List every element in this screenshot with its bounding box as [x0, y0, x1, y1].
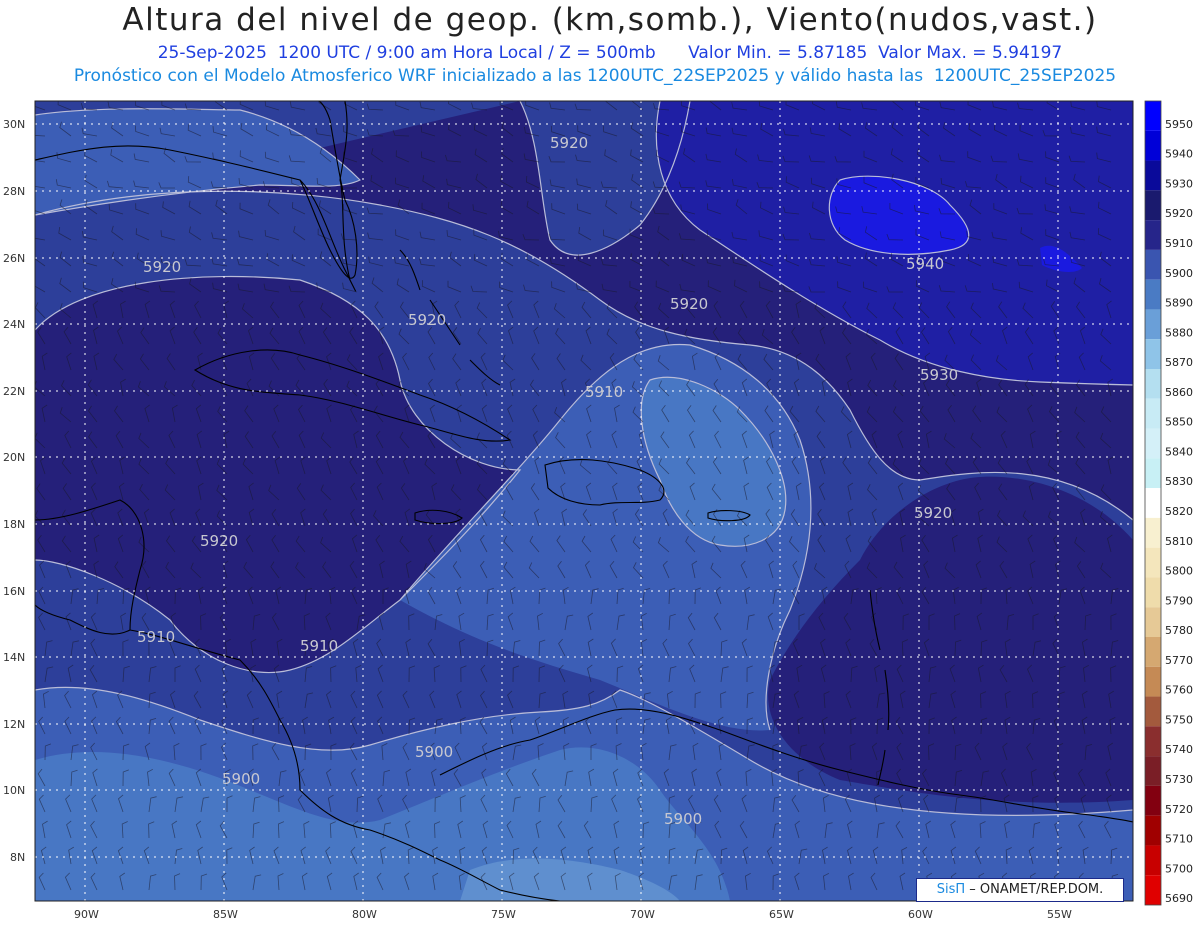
colorbar-swatch	[1145, 577, 1161, 608]
colorbar-swatch	[1145, 517, 1161, 548]
colorbar-label: 5930	[1165, 177, 1193, 190]
colorbar-swatch	[1145, 547, 1161, 578]
colorbar-label: 5860	[1165, 386, 1193, 399]
lat-tick-label: 22N	[3, 385, 25, 398]
colorbar-label: 5820	[1165, 505, 1193, 518]
colorbar-label: 5890	[1165, 297, 1193, 310]
colorbar: 5950 5940 5930 5920 5910 5900 5890 5880 5870 5860…	[1144, 100, 1193, 906]
forecast-map: 5920 5920 5920 5920 5920 5940 5930 5910 …	[3, 100, 1193, 921]
lon-tick-label: 80W	[352, 908, 377, 921]
colorbar-label: 5790	[1165, 594, 1193, 607]
colorbar-swatch	[1145, 666, 1161, 697]
colorbar-swatch	[1145, 369, 1161, 399]
colorbar-swatch	[1145, 309, 1161, 340]
contour-label: 5900	[415, 743, 453, 761]
colorbar-label: 5690	[1165, 892, 1193, 905]
contour-label: 5900	[222, 770, 260, 788]
colorbar-label: 5800	[1165, 565, 1193, 578]
lat-tick-label: 30N	[3, 118, 25, 131]
contour-label: 5920	[670, 295, 708, 313]
lat-tick-label: 20N	[3, 451, 25, 464]
colorbar-swatch	[1145, 815, 1161, 846]
contour-label: 5910	[137, 628, 175, 646]
colorbar-label: 5880	[1165, 326, 1193, 339]
colorbar-label: 5910	[1165, 237, 1193, 250]
lat-tick-label: 10N	[3, 784, 25, 797]
colorbar-swatch	[1145, 220, 1161, 250]
colorbar-swatch	[1145, 249, 1161, 280]
lon-tick-label: 65W	[769, 908, 794, 921]
lon-tick-label: 85W	[213, 908, 238, 921]
colorbar-label: 5770	[1165, 654, 1193, 667]
colorbar-label: 5780	[1165, 624, 1193, 637]
colorbar-swatch	[1145, 845, 1161, 876]
colorbar-label: 5950	[1165, 118, 1193, 131]
colorbar-swatch	[1145, 696, 1161, 727]
colorbar-label: 5870	[1165, 356, 1193, 369]
colorbar-swatch	[1145, 428, 1161, 459]
lat-tick-label: 28N	[3, 185, 25, 198]
colorbar-swatch	[1145, 726, 1161, 757]
colorbar-label: 5700	[1165, 862, 1193, 875]
colorbar-swatch	[1145, 458, 1161, 489]
colorbar-label: 5730	[1165, 773, 1193, 786]
credit-text: – ONAMET/REP.DOM.	[969, 882, 1104, 897]
colorbar-label: 5710	[1165, 833, 1193, 846]
lat-tick-label: 8N	[10, 851, 25, 864]
lat-tick-label: 18N	[3, 518, 25, 531]
lat-tick-label: 12N	[3, 718, 25, 731]
colorbar-swatch	[1145, 101, 1161, 131]
colorbar-label: 5830	[1165, 475, 1193, 488]
contour-label: 5920	[914, 504, 952, 522]
colorbar-swatch	[1145, 339, 1161, 369]
colorbar-label: 5760	[1165, 684, 1193, 697]
colorbar-swatch	[1145, 279, 1161, 310]
lon-tick-label: 55W	[1047, 908, 1072, 921]
contour-label: 5910	[585, 383, 623, 401]
colorbar-label: 5900	[1165, 267, 1193, 280]
contour-label: 5930	[920, 366, 958, 384]
lon-tick-label: 90W	[74, 908, 99, 921]
colorbar-swatch	[1145, 160, 1161, 191]
lat-tick-label: 24N	[3, 318, 25, 331]
colorbar-swatch	[1145, 756, 1161, 786]
contour-label: 5900	[664, 810, 702, 828]
lat-tick-label: 14N	[3, 651, 25, 664]
colorbar-label: 5850	[1165, 416, 1193, 429]
contour-label: 5920	[143, 258, 181, 276]
colorbar-label: 5810	[1165, 535, 1193, 548]
colorbar-swatch	[1145, 875, 1161, 905]
lon-tick-label: 70W	[630, 908, 655, 921]
colorbar-label: 5920	[1165, 207, 1193, 220]
contour-label: 5940	[906, 255, 944, 273]
colorbar-swatch	[1145, 488, 1161, 518]
lat-tick-label: 26N	[3, 252, 25, 265]
lon-tick-label: 60W	[908, 908, 933, 921]
lat-axis: 30N 28N 26N 24N 22N 20N 18N 16N 14N 12N …	[3, 118, 25, 864]
colorbar-swatch	[1145, 190, 1161, 221]
contour-label: 5920	[200, 532, 238, 550]
colorbar-swatch	[1145, 607, 1161, 637]
lon-tick-label: 75W	[491, 908, 516, 921]
colorbar-swatch	[1145, 637, 1161, 667]
credit-brand: SisΠ	[936, 882, 966, 897]
colorbar-swatch	[1145, 130, 1161, 161]
credit-badge: SisΠ – ONAMET/REP.DOM.	[916, 878, 1124, 902]
colorbar-label: 5940	[1165, 148, 1193, 161]
colorbar-label: 5720	[1165, 803, 1193, 816]
colorbar-label: 5750	[1165, 713, 1193, 726]
lon-axis: 90W 85W 80W 75W 70W 65W 60W 55W	[74, 908, 1072, 921]
contour-label: 5910	[300, 637, 338, 655]
colorbar-label: 5840	[1165, 445, 1193, 458]
contour-label: 5920	[408, 311, 446, 329]
colorbar-swatch	[1145, 785, 1161, 816]
contour-label: 5920	[550, 134, 588, 152]
colorbar-label: 5740	[1165, 743, 1193, 756]
lat-tick-label: 16N	[3, 585, 25, 598]
height-field	[35, 101, 1133, 901]
colorbar-swatch	[1145, 398, 1161, 429]
